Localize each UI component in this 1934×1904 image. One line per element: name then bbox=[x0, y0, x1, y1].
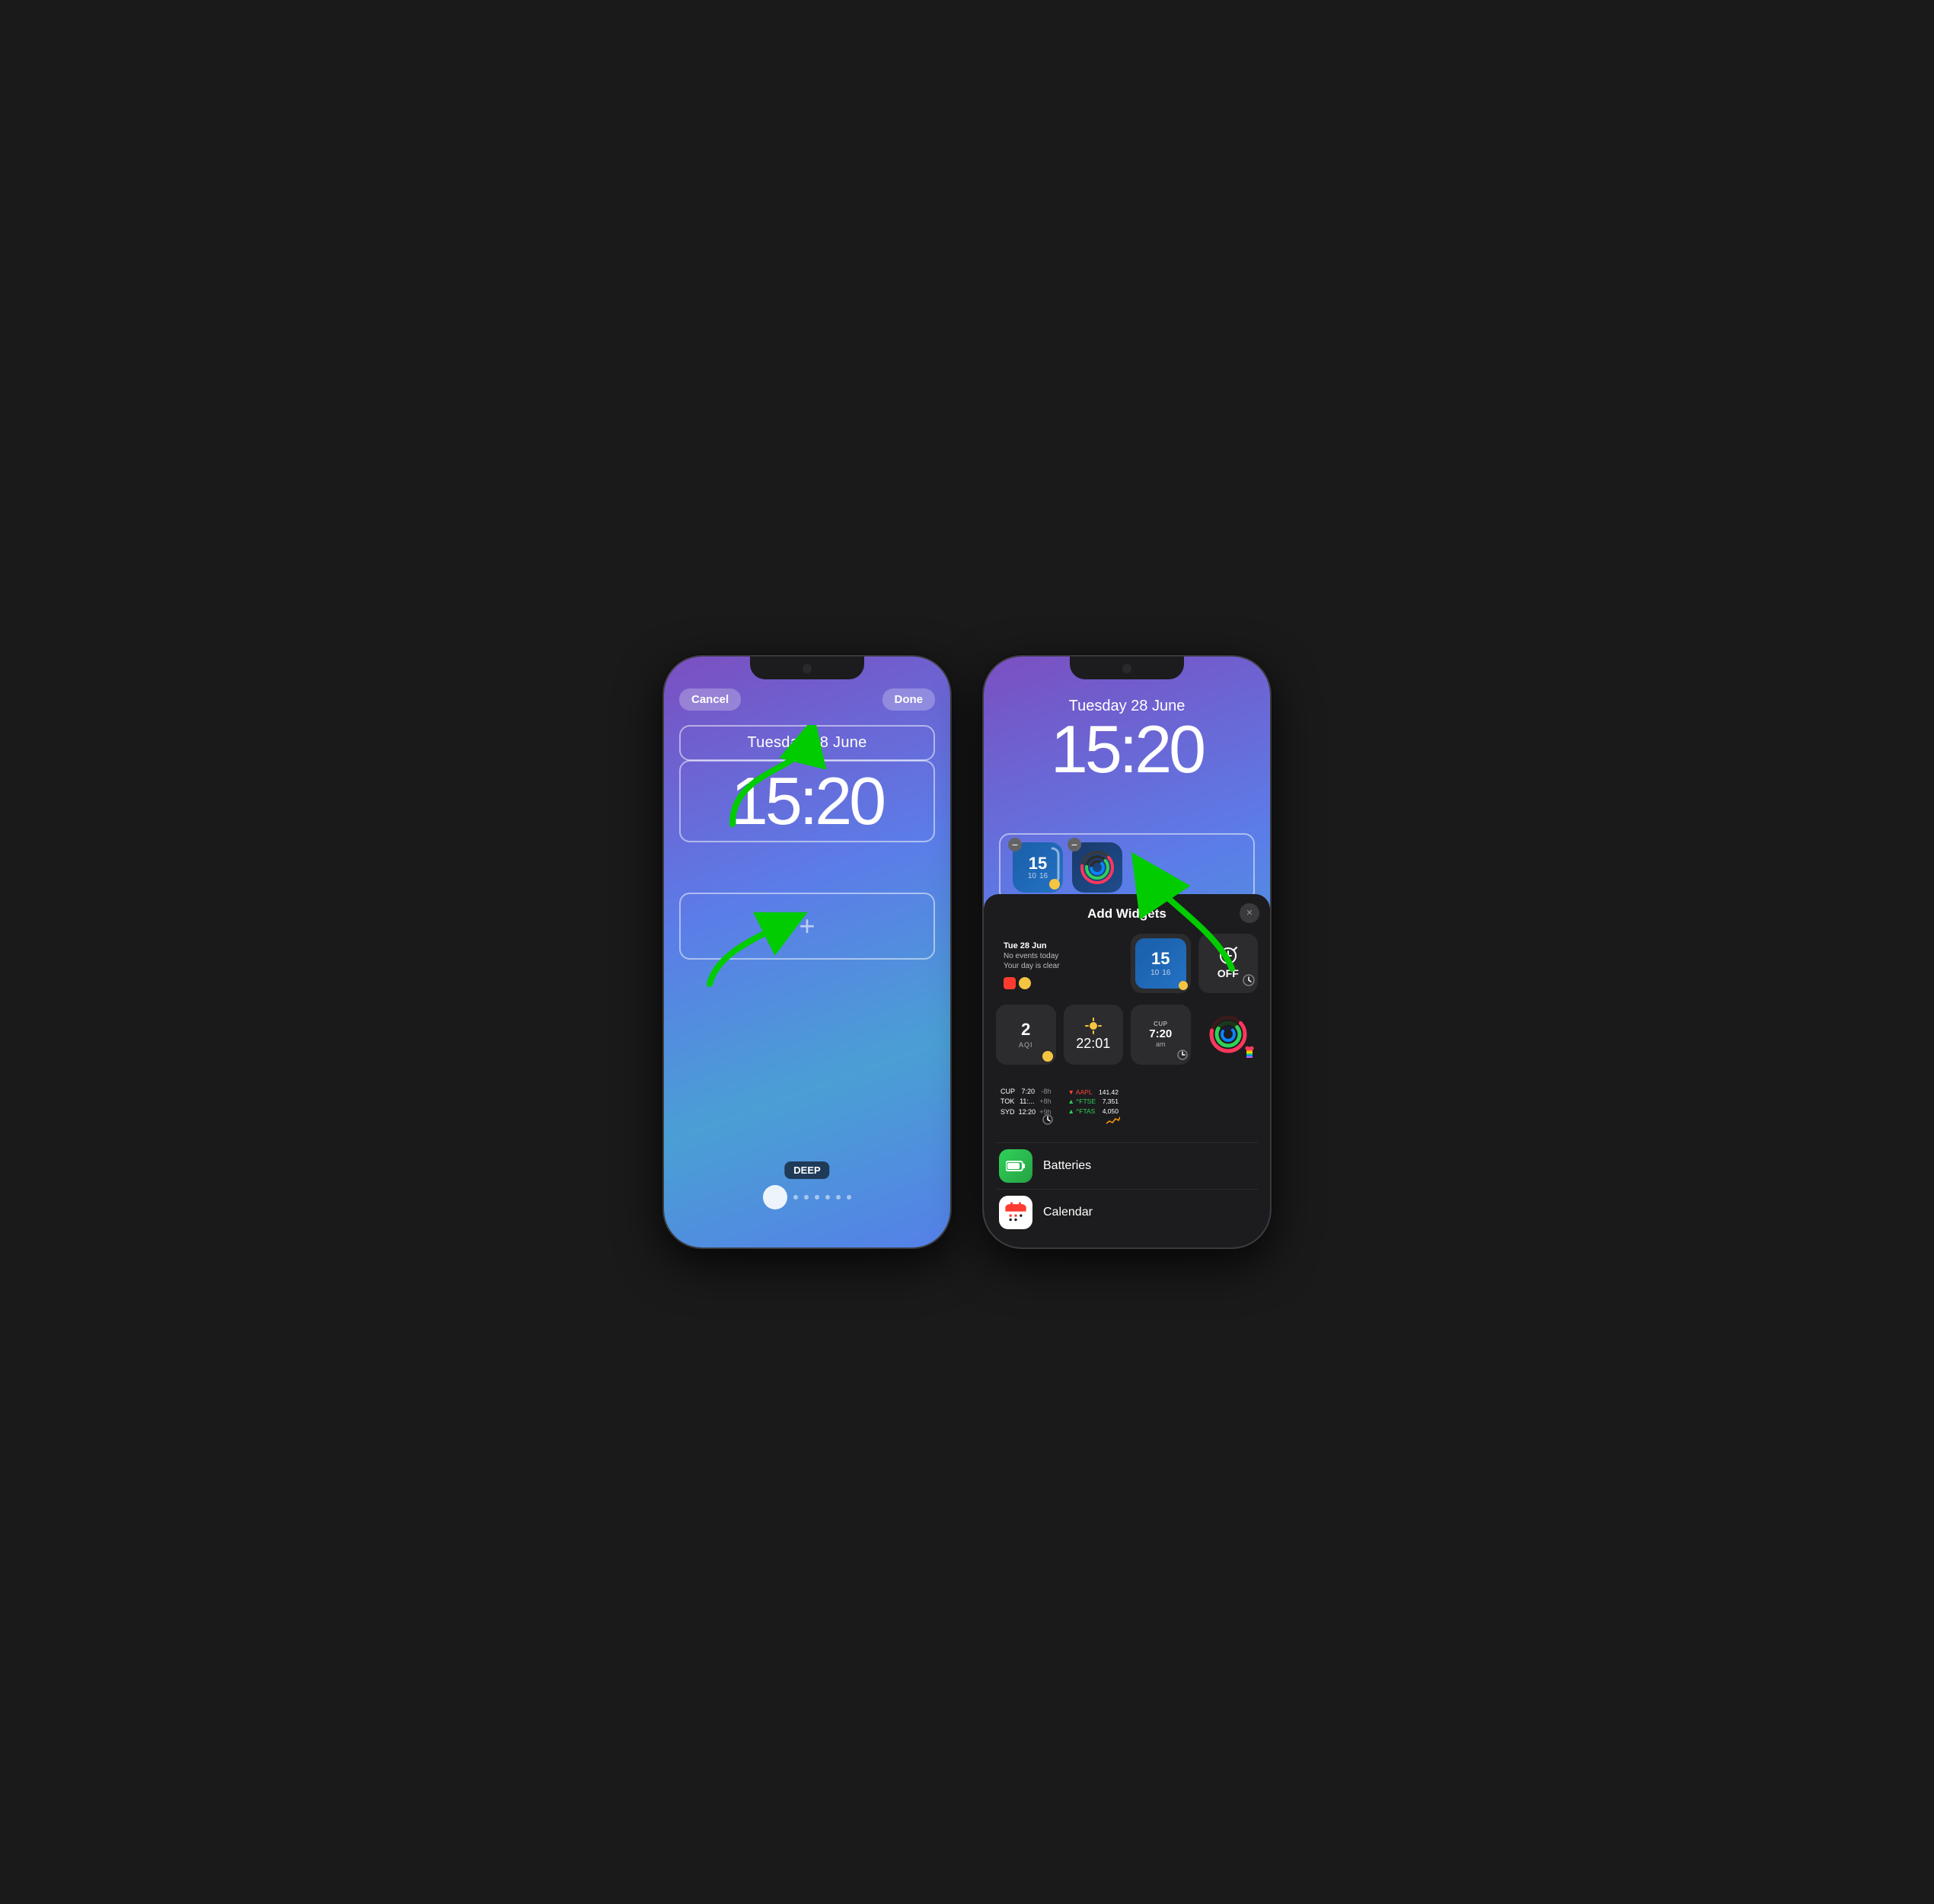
time-widget[interactable]: 15:20 bbox=[679, 760, 935, 842]
worldclock-analog bbox=[1042, 1114, 1053, 1129]
weather-mini-widget-icon bbox=[1019, 977, 1031, 989]
time2-widget-cell[interactable]: 22:01 bbox=[1064, 1005, 1124, 1065]
phone2: Tuesday 28 June 15:20 15 10 16 bbox=[982, 655, 1272, 1249]
apple-activity-icon bbox=[1244, 1046, 1255, 1062]
remove-activity-button[interactable] bbox=[1068, 838, 1081, 851]
calendar-widget-cell[interactable]: Tue 28 Jun No events today Your day is c… bbox=[996, 934, 1123, 998]
alarm-icon bbox=[1208, 943, 1249, 968]
calendar-clear: Your day is clear bbox=[1004, 961, 1060, 971]
done-button[interactable]: Done bbox=[882, 688, 936, 711]
battery-icon bbox=[1006, 1160, 1026, 1172]
panel-close-button[interactable] bbox=[1240, 903, 1259, 923]
clock-mini-cell[interactable]: 15 10 16 bbox=[1131, 934, 1191, 994]
aqi-widget-cell[interactable]: 2 AQI bbox=[996, 1005, 1056, 1065]
dot bbox=[793, 1195, 798, 1200]
dot bbox=[804, 1195, 809, 1200]
weather-mini-icon bbox=[1049, 879, 1060, 890]
dot bbox=[847, 1195, 851, 1200]
time-text: 15:20 bbox=[731, 763, 883, 839]
power-button-2[interactable] bbox=[1270, 801, 1272, 862]
aqi-num: 2 bbox=[1021, 1020, 1030, 1040]
stock-ftse: ▲ ^FTSE 7,351 bbox=[1068, 1097, 1119, 1107]
dot bbox=[815, 1195, 819, 1200]
cup-period: am bbox=[1156, 1040, 1166, 1048]
stocks-widget-cell[interactable]: ▼ AAPL 141.42 ▲ ^FTSE 7,351 ▲ ^FTAS 4,05… bbox=[1064, 1072, 1124, 1132]
calendar-app-name: Calendar bbox=[1043, 1206, 1093, 1219]
activity-widget-container bbox=[1072, 842, 1122, 893]
worldclock-row-cup: CUP 7:20 -8h bbox=[1001, 1087, 1052, 1097]
panel-title: Add Widgets bbox=[996, 906, 1258, 922]
clock-mini-num: 15 bbox=[1151, 949, 1170, 969]
wallpaper-label: DEEP bbox=[784, 1161, 829, 1179]
calendar-row[interactable]: Calendar bbox=[996, 1189, 1258, 1235]
cup-label: CUP bbox=[1154, 1021, 1167, 1027]
active-dot bbox=[763, 1185, 787, 1209]
cup-time: 7:20 bbox=[1149, 1027, 1172, 1040]
activity-rings-icon bbox=[1078, 848, 1116, 887]
cancel-button[interactable]: Cancel bbox=[679, 688, 741, 711]
aqi-label: AQI bbox=[1019, 1041, 1033, 1049]
phone1: Cancel Done Tuesday 28 June 15:20 + bbox=[662, 655, 952, 1249]
clock-mini-inner: 15 10 16 bbox=[1135, 938, 1186, 989]
calendar-mini-icons bbox=[1004, 977, 1031, 989]
dot bbox=[836, 1195, 841, 1200]
off-inner: OFF bbox=[1203, 938, 1254, 989]
add-widget-area[interactable]: + bbox=[679, 893, 935, 960]
stocks-chart-icon bbox=[1106, 1115, 1120, 1129]
clock-widget-container: 15 10 16 bbox=[1013, 842, 1063, 893]
clock-widget[interactable]: 15 10 16 bbox=[1013, 842, 1063, 893]
stocks-content: ▼ AAPL 141.42 ▲ ^FTSE 7,351 ▲ ^FTAS 4,05… bbox=[1068, 1088, 1119, 1117]
activity-widget[interactable] bbox=[1072, 842, 1122, 893]
clock-mini-sub: 10 16 bbox=[1151, 969, 1170, 977]
cup-analog-mini bbox=[1177, 1049, 1188, 1062]
time2-content: 22:01 bbox=[1076, 1009, 1110, 1060]
cup-widget-cell[interactable]: CUP 7:20 am bbox=[1131, 1005, 1191, 1065]
time2-num: 22:01 bbox=[1076, 1036, 1110, 1052]
calendar-icon-svg bbox=[1004, 1201, 1027, 1224]
calendar-mini-icon bbox=[1004, 977, 1016, 989]
widget-bar[interactable]: 15 10 16 bbox=[999, 833, 1255, 902]
calendar-no-events: No events today bbox=[1004, 951, 1058, 961]
dot bbox=[825, 1195, 830, 1200]
remove-clock-button[interactable] bbox=[1008, 838, 1022, 851]
page-dots bbox=[664, 1185, 950, 1209]
cup-content: CUP 7:20 am bbox=[1149, 1009, 1172, 1060]
sun-icon bbox=[1085, 1017, 1102, 1034]
widget-panel: Add Widgets Tue 28 Jun No events today Y… bbox=[984, 894, 1270, 1248]
widget-grid: Tue 28 Jun No events today Your day is c… bbox=[996, 934, 1258, 1132]
off-widget-cell[interactable]: OFF bbox=[1198, 934, 1259, 994]
off-label: OFF bbox=[1218, 967, 1239, 979]
weather-aqi-icon bbox=[1042, 1051, 1053, 1062]
date-text: Tuesday 28 June bbox=[747, 734, 866, 751]
calendar-date: Tue 28 Jun bbox=[1004, 941, 1047, 951]
rings-large-icon bbox=[1208, 1014, 1248, 1054]
plus-icon: + bbox=[799, 910, 815, 941]
worldclock-content: CUP 7:20 -8h TOK 11:... +8h SYD 12:20 bbox=[1001, 1087, 1052, 1118]
rings-widget-cell[interactable] bbox=[1198, 1005, 1259, 1065]
worldclock-row-tok: TOK 11:... +8h bbox=[1001, 1097, 1052, 1107]
date-widget[interactable]: Tuesday 28 June bbox=[679, 725, 935, 761]
alarm-clock-icon bbox=[1218, 944, 1239, 966]
analog-clock-mini bbox=[1243, 974, 1255, 990]
worldclock-widget-cell[interactable]: CUP 7:20 -8h TOK 11:... +8h SYD 12:20 bbox=[996, 1072, 1056, 1132]
aqi-content: 2 AQI bbox=[1019, 1020, 1033, 1049]
batteries-row[interactable]: Batteries bbox=[996, 1142, 1258, 1189]
batteries-app-name: Batteries bbox=[1043, 1159, 1091, 1173]
editor-topbar: Cancel Done bbox=[664, 688, 950, 711]
scene: Cancel Done Tuesday 28 June 15:20 + bbox=[662, 655, 1272, 1249]
calendar-icon bbox=[999, 1196, 1032, 1229]
stock-aapl: ▼ AAPL 141.42 bbox=[1068, 1088, 1119, 1097]
batteries-icon bbox=[999, 1149, 1032, 1183]
power-button[interactable] bbox=[950, 801, 952, 862]
phone2-time: 15:20 bbox=[984, 716, 1270, 783]
